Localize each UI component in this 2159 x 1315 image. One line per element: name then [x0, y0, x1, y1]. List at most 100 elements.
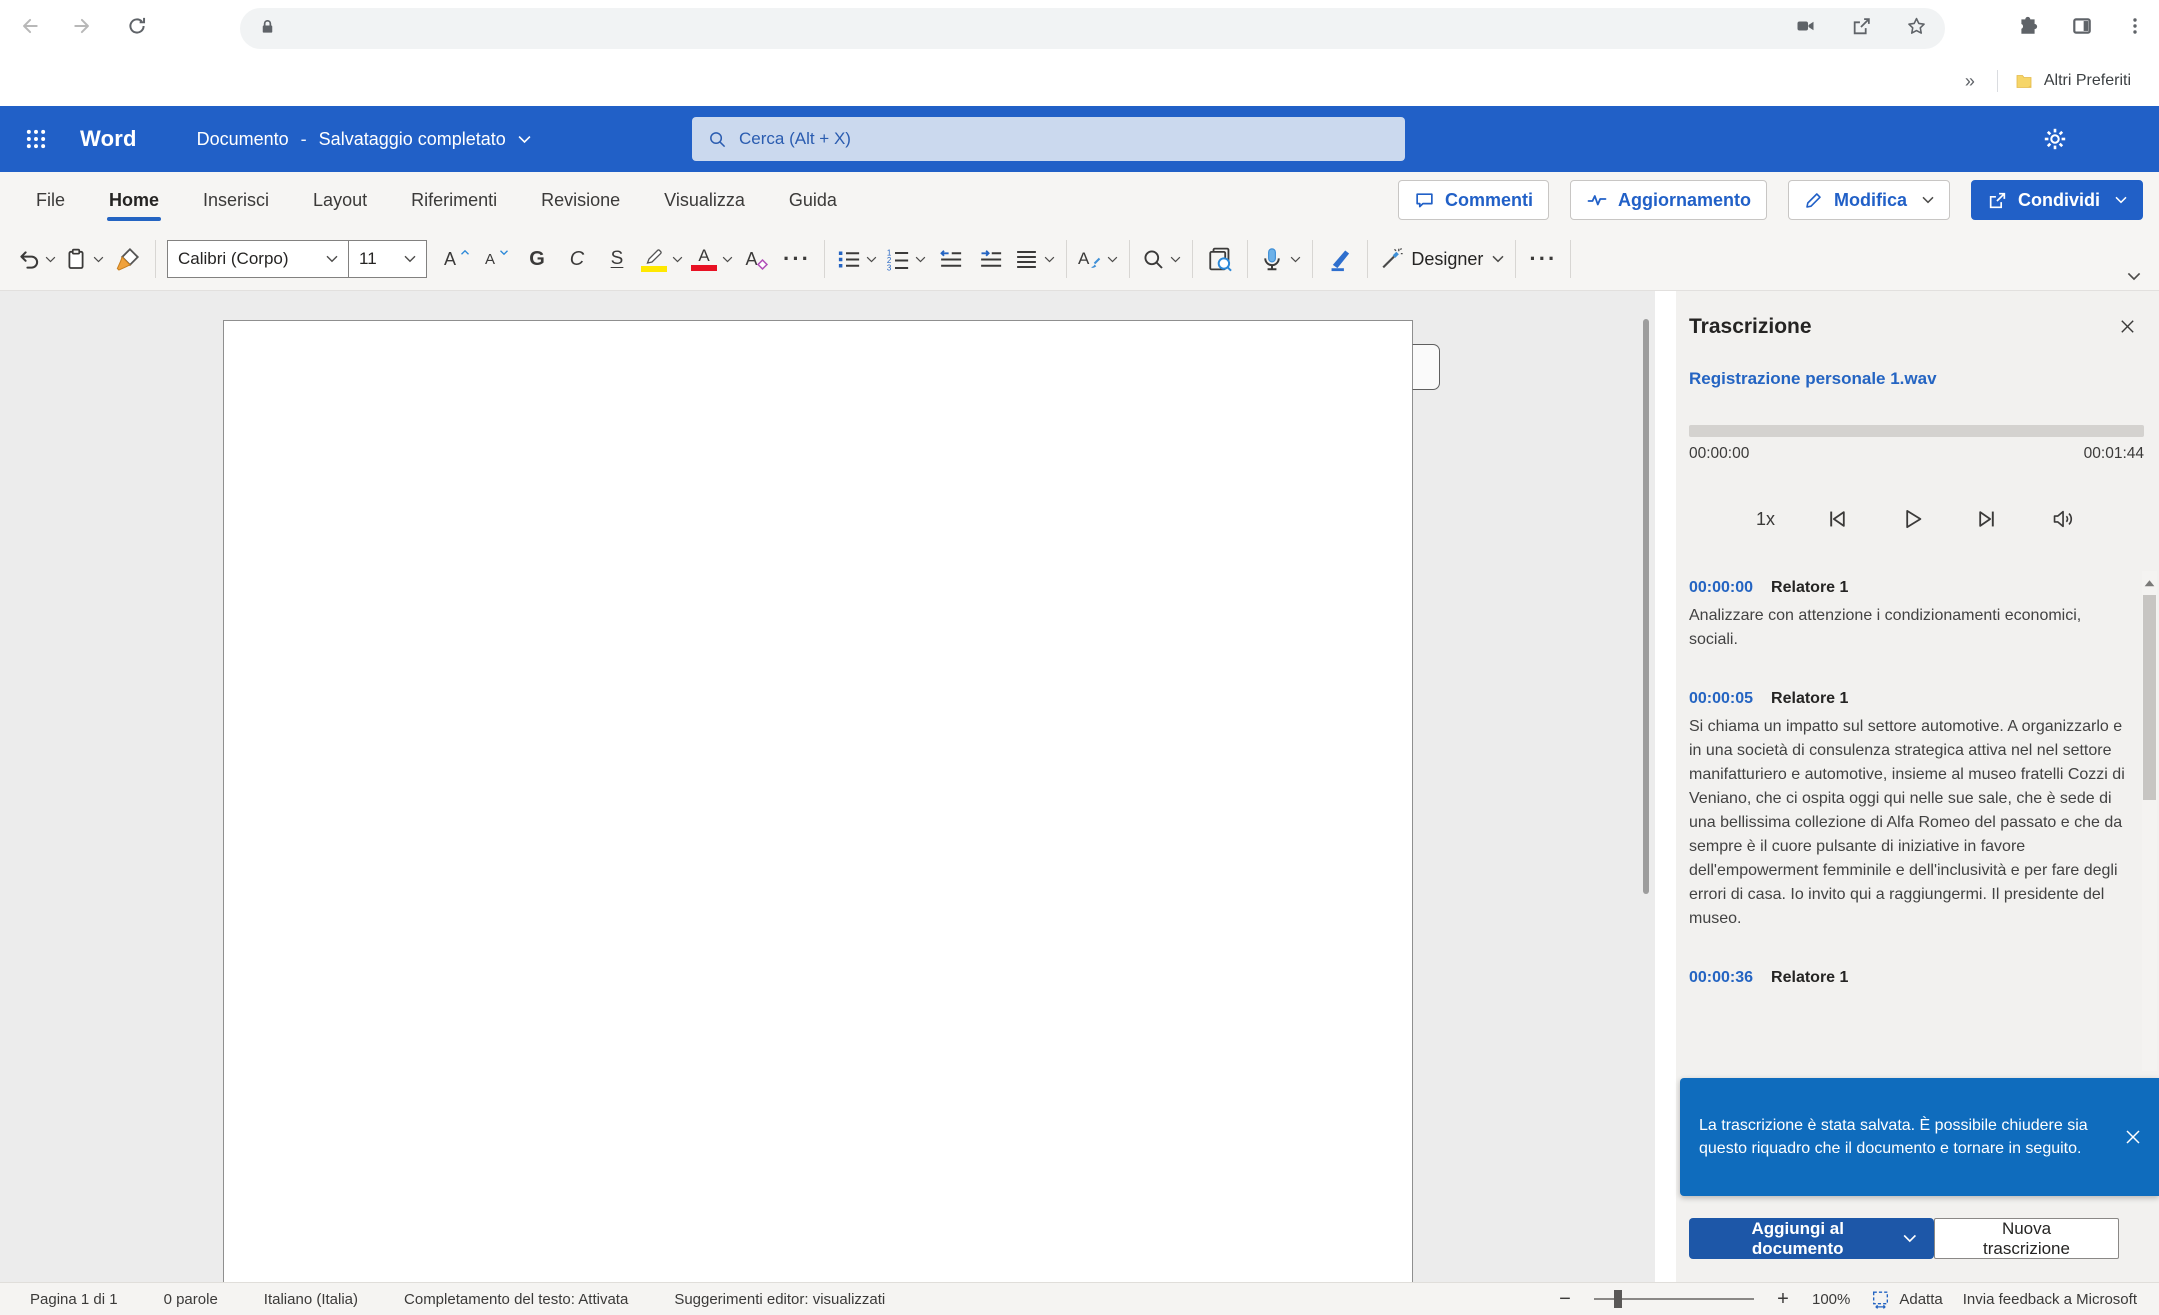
ribbon-collapse-button[interactable]	[2127, 268, 2141, 286]
undo-button[interactable]	[16, 237, 56, 281]
search-input[interactable]	[739, 129, 1339, 149]
document-page[interactable]	[223, 320, 1413, 1283]
styles-button[interactable]: A	[1078, 237, 1118, 281]
zoom-slider[interactable]	[1594, 1289, 1754, 1309]
document-scrollbar[interactable]	[1640, 291, 1652, 1282]
tab-inserisci[interactable]: Inserisci	[181, 172, 291, 228]
tab-revisione[interactable]: Revisione	[519, 172, 642, 228]
find-button[interactable]	[1141, 237, 1181, 281]
transcript-scrollbar[interactable]	[2142, 571, 2157, 1071]
skip-back-icon[interactable]	[1821, 504, 1851, 534]
alignment-button[interactable]	[1014, 237, 1055, 281]
tab-home[interactable]: Home	[87, 172, 181, 228]
italic-button[interactable]: C	[561, 237, 593, 281]
grow-font-button[interactable]: A	[441, 237, 473, 281]
back-icon[interactable]	[18, 15, 40, 42]
share-icon[interactable]	[1851, 16, 1872, 42]
address-bar[interactable]	[240, 8, 1945, 49]
clear-formatting-button[interactable]: A	[741, 237, 773, 281]
word-count[interactable]: 0 parole	[164, 1291, 218, 1308]
highlight-button[interactable]	[641, 237, 683, 281]
text-completion-status[interactable]: Completamento del testo: Attivata	[404, 1291, 628, 1308]
segment-timestamp[interactable]: 00:00:36	[1689, 969, 1753, 987]
lock-icon[interactable]	[258, 17, 277, 41]
app-launcher-icon[interactable]	[16, 119, 56, 159]
dictate-button[interactable]	[1259, 237, 1301, 281]
format-painter-button[interactable]	[112, 237, 144, 281]
bold-button[interactable]: G	[521, 237, 553, 281]
side-panel-icon[interactable]	[2071, 15, 2093, 42]
segment-timestamp[interactable]: 00:00:00	[1689, 579, 1753, 597]
font-name-select[interactable]: Calibri (Corpo)	[167, 240, 349, 278]
volume-icon[interactable]	[2049, 504, 2079, 534]
feedback-link[interactable]: Invia feedback a Microsoft	[1963, 1291, 2137, 1308]
bullet-list-button[interactable]	[836, 237, 877, 281]
comments-button[interactable]: Commenti	[1398, 180, 1549, 220]
updates-button[interactable]: Aggiornamento	[1570, 180, 1767, 220]
search-box[interactable]	[692, 117, 1405, 161]
fit-to-page-button[interactable]: Adatta	[1870, 1289, 1942, 1310]
increase-indent-icon	[978, 247, 1003, 272]
margin-comment-tab[interactable]	[1412, 344, 1440, 390]
add-to-document-button[interactable]: Aggiungi al documento	[1689, 1218, 1934, 1259]
forward-icon[interactable]	[72, 15, 94, 42]
segment-timestamp[interactable]: 00:00:05	[1689, 690, 1753, 708]
tab-file[interactable]: File	[14, 172, 87, 228]
tab-layout[interactable]: Layout	[291, 172, 389, 228]
audio-file-link[interactable]: Registrazione personale 1.wav	[1689, 369, 1937, 389]
toast-close-icon[interactable]	[2123, 1127, 2143, 1147]
skip-forward-icon[interactable]	[1973, 504, 2003, 534]
document-scrollbar-thumb[interactable]	[1643, 319, 1649, 894]
transcript-segment[interactable]: 00:00:00 Relatore 1 Analizzare con atten…	[1689, 579, 2125, 652]
decrease-indent-button[interactable]	[934, 237, 966, 281]
status-bar: Pagina 1 di 1 0 parole Italiano (Italia)…	[0, 1282, 2159, 1315]
settings-gear-icon[interactable]	[2035, 119, 2075, 159]
activity-icon	[1586, 190, 1608, 210]
document-title[interactable]: Documento - Salvataggio completato	[197, 129, 531, 150]
play-icon[interactable]	[1897, 504, 1927, 534]
zoom-out-button[interactable]: −	[1556, 1288, 1574, 1311]
numbered-list-button[interactable]: 123	[885, 237, 926, 281]
page-count[interactable]: Pagina 1 di 1	[30, 1291, 118, 1308]
transcript-segment[interactable]: 00:00:36 Relatore 1	[1689, 969, 2125, 987]
font-size-select[interactable]: 11	[349, 240, 427, 278]
transcript-segment[interactable]: 00:00:05 Relatore 1 Si chiama un impatto…	[1689, 690, 2125, 931]
editor-suggestions-status[interactable]: Suggerimenti editor: visualizzati	[674, 1291, 885, 1308]
ribbon-toolbar: Calibri (Corpo) 11 A A G C S A A ···	[0, 228, 2159, 291]
scroll-up-icon[interactable]	[2143, 575, 2156, 593]
app-name[interactable]: Word	[80, 126, 137, 152]
bookmark-star-icon[interactable]	[1906, 16, 1927, 42]
extensions-icon[interactable]	[2017, 15, 2039, 42]
edit-mode-button[interactable]: Modifica	[1788, 180, 1950, 220]
zoom-level[interactable]: 100%	[1812, 1291, 1850, 1308]
ribbon-overflow-button[interactable]: ···	[1527, 237, 1559, 281]
language-indicator[interactable]: Italiano (Italia)	[264, 1291, 358, 1308]
paste-button[interactable]	[64, 237, 104, 281]
designer-button[interactable]: Designer	[1379, 237, 1504, 281]
shrink-font-button[interactable]: A	[481, 237, 513, 281]
chevron-down-icon	[722, 256, 733, 263]
tab-riferimenti[interactable]: Riferimenti	[389, 172, 519, 228]
camera-icon[interactable]	[1795, 16, 1817, 41]
underline-button[interactable]: S	[601, 237, 633, 281]
font-color-button[interactable]: A	[691, 237, 733, 281]
playback-speed-button[interactable]: 1x	[1756, 509, 1775, 530]
immersive-reader-button[interactable]	[1204, 237, 1236, 281]
new-transcription-button[interactable]: Nuova trascrizione	[1934, 1218, 2119, 1259]
font-overflow-button[interactable]: ···	[781, 237, 813, 281]
browser-menu-icon[interactable]	[2125, 15, 2145, 42]
bookmarks-folder[interactable]: Altri Preferiti	[2014, 71, 2131, 91]
transcript-scrollbar-thumb[interactable]	[2143, 595, 2156, 800]
share-button[interactable]: Condividi	[1971, 180, 2143, 220]
tab-guida[interactable]: Guida	[767, 172, 859, 228]
audio-progress-bar[interactable]	[1689, 425, 2144, 437]
word-app-header: Word Documento - Salvataggio completato	[0, 106, 2159, 172]
increase-indent-button[interactable]	[974, 237, 1006, 281]
panel-close-icon[interactable]	[2118, 317, 2137, 341]
zoom-in-button[interactable]: +	[1774, 1288, 1792, 1311]
tab-visualizza[interactable]: Visualizza	[642, 172, 767, 228]
reload-icon[interactable]	[126, 15, 148, 42]
bookmarks-overflow-icon[interactable]: »	[1959, 71, 1981, 92]
zoom-slider-thumb[interactable]	[1614, 1290, 1622, 1308]
editor-button[interactable]	[1324, 237, 1356, 281]
